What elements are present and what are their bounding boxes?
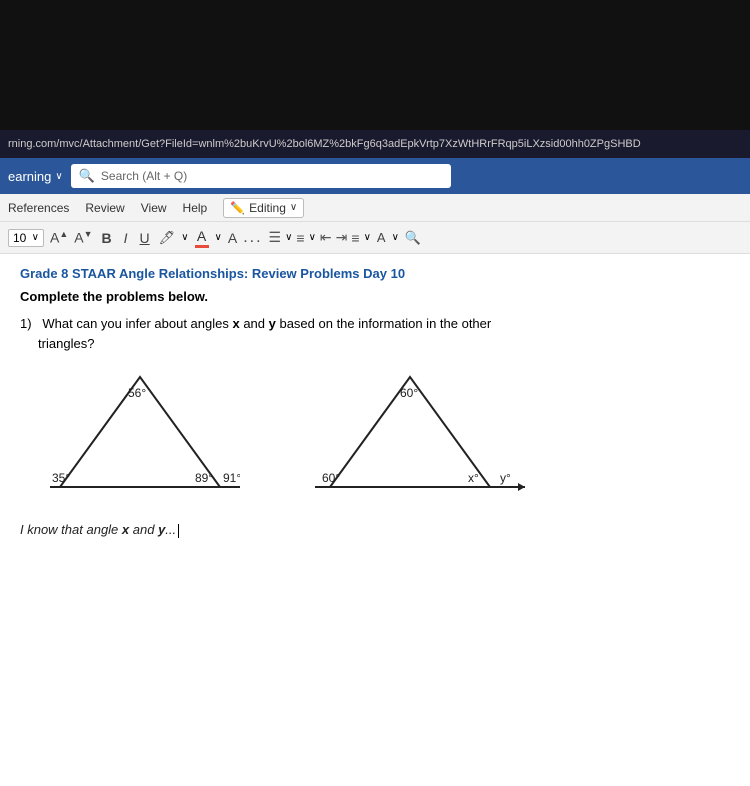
font-highlight-a[interactable]: A — [228, 230, 237, 246]
menu-help[interactable]: Help — [183, 201, 208, 215]
style-a-icon[interactable]: A — [377, 230, 386, 245]
more-options-button[interactable]: ... — [243, 229, 262, 247]
list-icons: ☰ ∨ ≡ ∨ ⇤ ⇥ ≡ ∨ — [269, 229, 371, 246]
search-box[interactable]: 🔍 Search (Alt + Q) — [71, 164, 451, 188]
svg-text:56°: 56° — [128, 386, 146, 400]
menu-view[interactable]: View — [141, 201, 167, 215]
svg-text:60°: 60° — [400, 386, 418, 400]
triangle2-svg: 60° 60° x° y° — [300, 367, 530, 507]
list-icon-2[interactable]: ≡ — [296, 230, 304, 246]
top-black-bar — [0, 0, 750, 130]
menu-references[interactable]: References — [8, 201, 69, 215]
text-cursor — [178, 524, 179, 538]
svg-text:35°: 35° — [52, 471, 70, 485]
svg-text:60°: 60° — [322, 471, 340, 485]
find-icon[interactable]: 🔍 — [405, 230, 421, 246]
indent-decrease-icon[interactable]: ⇤ — [320, 229, 332, 246]
list-icon-1[interactable]: ☰ — [269, 229, 282, 246]
svg-text:x°: x° — [468, 471, 479, 485]
triangle1-container: 56° 35° 89° 91° — [40, 367, 240, 512]
indent-increase-icon[interactable]: ⇥ — [336, 229, 348, 246]
search-icon: 🔍 — [79, 168, 95, 184]
font-grow-icon[interactable]: A▲ — [50, 229, 68, 246]
answer-text[interactable]: I know that angle x and y... — [20, 522, 730, 538]
editing-label: Editing — [249, 201, 286, 215]
pen-color-icon[interactable]: 🖊 — [159, 230, 176, 246]
font-shrink-icon[interactable]: A▼ — [74, 229, 92, 246]
bold-button[interactable]: B — [99, 230, 115, 246]
svg-text:91°: 91° — [223, 471, 240, 485]
format-toolbar: 10 ∨ A▲ A▼ B I U 🖊 ∨ A ∨ A ... ☰ ∨ ≡ ∨ ⇤… — [0, 222, 750, 254]
svg-text:89°: 89° — [195, 471, 213, 485]
problem1-text: 1) What can you infer about angles x and… — [20, 314, 730, 353]
underline-button[interactable]: U — [137, 230, 153, 246]
align-icon[interactable]: ≡ — [351, 230, 359, 246]
menu-bar: References Review View Help ✏️ Editing ∨ — [0, 194, 750, 222]
font-color-a[interactable]: A — [195, 228, 209, 248]
doc-subtitle: Complete the problems below. — [20, 289, 730, 304]
learning-label: earning — [8, 169, 51, 184]
learning-menu[interactable]: earning ∨ — [8, 169, 63, 184]
editing-button[interactable]: ✏️ Editing ∨ — [223, 198, 304, 218]
document-area: Grade 8 STAAR Angle Relationships: Revie… — [0, 254, 750, 786]
toolbar-row1: earning ∨ 🔍 Search (Alt + Q) — [0, 158, 750, 194]
font-size-selector[interactable]: 10 ∨ — [8, 229, 44, 247]
url-text: rning.com/mvc/Attachment/Get?FileId=wnlm… — [8, 138, 641, 150]
font-size-value: 10 — [13, 231, 26, 245]
triangles-container: 56° 35° 89° 91° 60° 60° — [40, 367, 730, 512]
menu-review[interactable]: Review — [85, 201, 124, 215]
problem1-number: 1) — [20, 316, 32, 331]
triangle1-svg: 56° 35° 89° 91° — [40, 367, 240, 507]
triangle2-container: 60° 60° x° y° — [300, 367, 530, 512]
search-placeholder: Search (Alt + Q) — [101, 169, 187, 183]
doc-title: Grade 8 STAAR Angle Relationships: Revie… — [20, 266, 730, 281]
learning-chevron: ∨ — [55, 171, 62, 182]
italic-button[interactable]: I — [121, 230, 131, 246]
font-size-chevron: ∨ — [32, 232, 39, 243]
editing-chevron: ∨ — [290, 202, 297, 213]
pencil-icon: ✏️ — [230, 201, 245, 215]
url-bar: rning.com/mvc/Attachment/Get?FileId=wnlm… — [0, 130, 750, 158]
svg-text:y°: y° — [500, 471, 511, 485]
